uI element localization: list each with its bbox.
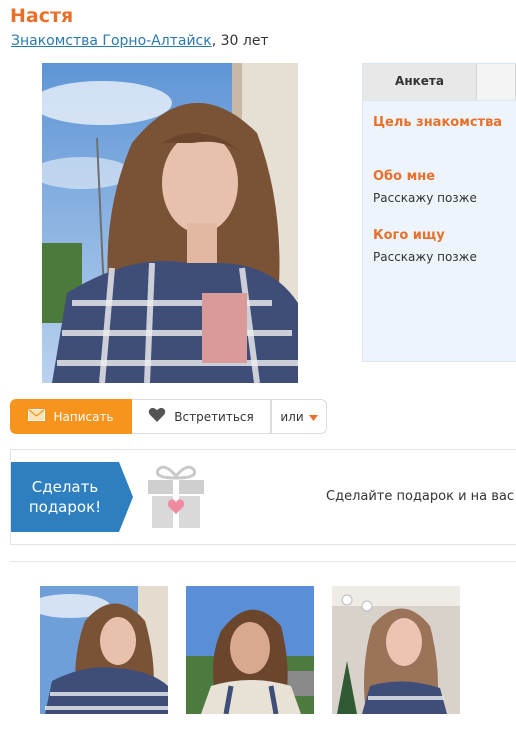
thumbnail-1[interactable] [40, 586, 168, 714]
caret-down-icon [308, 410, 318, 424]
goal-heading: Цель знакомства [373, 115, 503, 130]
seeking-heading: Кого ищу [373, 228, 445, 243]
write-label: Написать [53, 409, 114, 424]
or-dropdown-button[interactable]: или [271, 399, 327, 434]
meet-label: Встретиться [174, 409, 254, 424]
tab-secondary[interactable] [477, 64, 516, 100]
gift-badge[interactable]: Сделать подарок! [11, 462, 133, 532]
info-panel: Анкета Цель знакомства Обо мне Расскажу … [362, 63, 516, 362]
age-text: , 30 лет [211, 33, 269, 49]
or-label: или [280, 409, 304, 424]
panel-tabs: Анкета [363, 64, 516, 101]
meet-button[interactable]: Встретиться [132, 399, 271, 434]
main-photo-image [42, 63, 298, 383]
photo-thumbnails [10, 561, 516, 737]
thumbnail-3[interactable] [332, 586, 460, 714]
heart-icon [148, 407, 166, 426]
main-photo[interactable] [42, 63, 298, 383]
envelope-icon [28, 409, 46, 424]
gift-promo-text: Сделайте подарок и на вас о [326, 489, 516, 504]
gift-badge-text: Сделать подарок! [11, 462, 119, 532]
city-link[interactable]: Знакомства Горно-Алтайск [11, 33, 212, 49]
seeking-text: Расскажу позже [373, 250, 477, 264]
about-text: Расскажу позже [373, 191, 477, 205]
gift-badge-line1: Сделать [31, 478, 99, 496]
profile-subline: Знакомства Горно-Алтайск, 30 лет [11, 33, 269, 49]
tab-anketa[interactable]: Анкета [363, 64, 477, 100]
gift-icon[interactable] [146, 464, 206, 534]
action-buttons: Написать Встретиться или [10, 399, 327, 434]
write-button[interactable]: Написать [10, 399, 132, 434]
gift-strip: Сделать подарок! Сделайте подарок и на ва… [10, 449, 516, 545]
about-heading: Обо мне [373, 169, 436, 184]
gift-badge-line2: подарок! [28, 498, 102, 516]
profile-name: Настя [10, 5, 74, 27]
thumbnail-2[interactable] [186, 586, 314, 714]
